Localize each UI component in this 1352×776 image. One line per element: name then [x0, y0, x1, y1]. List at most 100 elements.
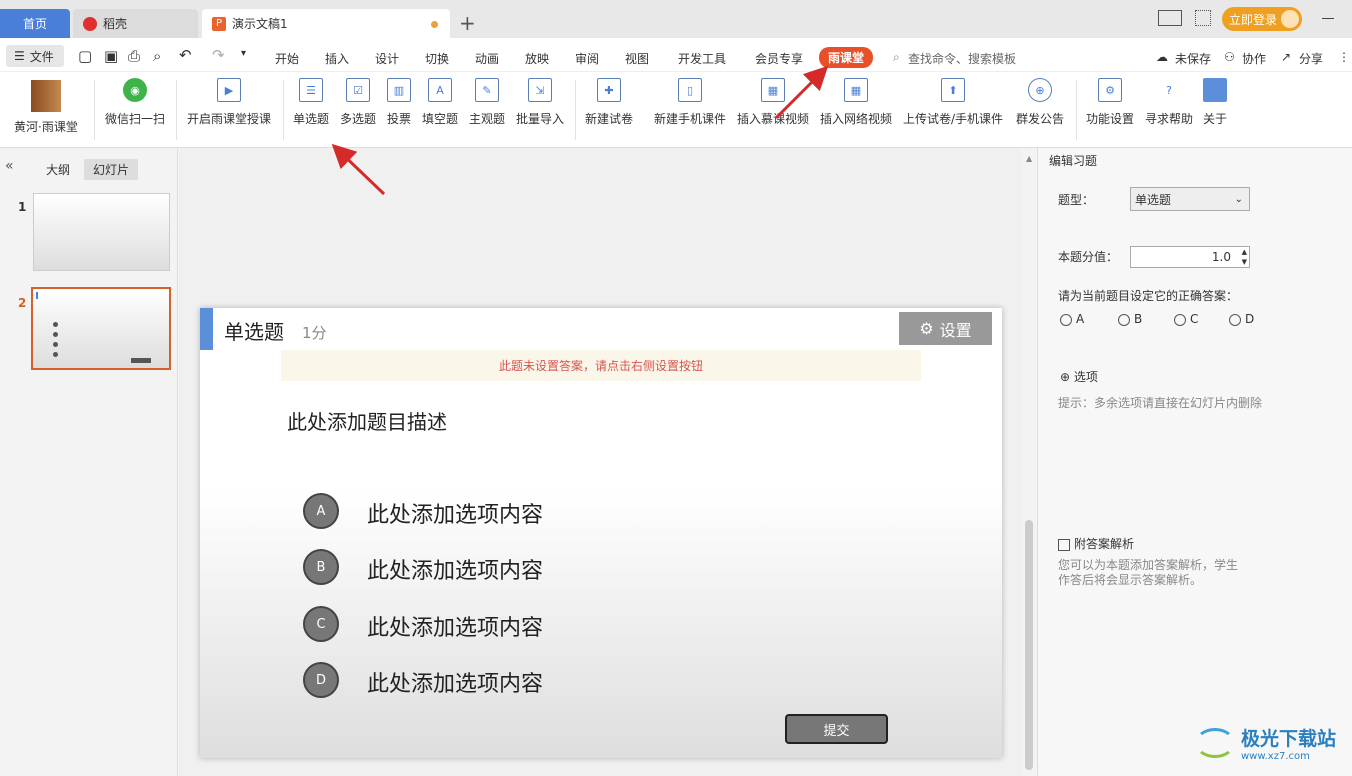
insert-web-video-button[interactable]: ▦ 插入网络视频	[820, 78, 892, 127]
single-choice-icon: ☰	[299, 78, 323, 102]
menu-member[interactable]: 会员专享	[755, 50, 803, 67]
settings-icon: ⚙	[1098, 78, 1122, 102]
option-d-text[interactable]: 此处添加选项内容	[367, 666, 543, 698]
new-exam-button[interactable]: ✚ 新建试卷	[585, 78, 633, 127]
multi-choice-icon: ☑	[346, 78, 370, 102]
radio-circle-icon	[1118, 313, 1130, 326]
about-logo-icon	[1203, 78, 1227, 102]
score-stepper-icon[interactable]: ▲ ▼	[1242, 247, 1247, 267]
command-search-input[interactable]: 查找命令、搜索模板	[908, 50, 1016, 67]
slide-thumbnail-2[interactable]	[31, 287, 171, 370]
announcement-button[interactable]: ⊕ 群发公告	[1016, 78, 1064, 127]
answer-radio-b[interactable]: B	[1118, 312, 1142, 326]
menu-view[interactable]: 视图	[625, 50, 649, 67]
avatar	[1281, 10, 1300, 28]
answer-warning-banner: 此题未设置答案，请点击右侧设置按钮	[281, 350, 921, 381]
vote-button[interactable]: ▥ 投票	[387, 78, 411, 127]
insert-mooc-video-button[interactable]: ▦ 插入慕课视频	[737, 78, 809, 127]
print-icon[interactable]: ⎙	[128, 47, 140, 65]
about-button[interactable]: 关于	[1203, 78, 1227, 127]
file-menu-button[interactable]: ☰ 文件	[6, 45, 64, 67]
redo-icon[interactable]: ↷	[212, 46, 225, 64]
submit-button[interactable]: 提交	[785, 714, 888, 744]
slide-number-1: 1	[18, 200, 27, 214]
score-value: 1.0	[1211, 250, 1231, 264]
export-pdf-icon[interactable]: ▣	[104, 47, 118, 65]
menu-yuketang[interactable]: 雨课堂	[819, 47, 874, 68]
menu-review[interactable]: 审阅	[575, 50, 599, 67]
search-icon: ⌕	[893, 50, 900, 64]
slide-panel: « 大纲 幻灯片 1 2	[0, 148, 178, 776]
question-type-select[interactable]: 单选题 ⌄	[1130, 187, 1250, 211]
wechat-scan-button[interactable]: ◉ 微信扫一扫	[105, 78, 165, 127]
edit-question-panel: 编辑习题 题型： 单选题 ⌄ 本题分值： 1.0 ▲ ▼ 请为当前题目设定它的正确…	[1037, 148, 1352, 776]
upload-exam-button[interactable]: ⬆ 上传试卷/手机课件	[903, 78, 1003, 127]
new-tab-button[interactable]: +	[459, 12, 476, 34]
option-c-text[interactable]: 此处添加选项内容	[367, 610, 543, 642]
outline-tab[interactable]: 大纲	[46, 161, 70, 178]
vertical-scrollbar[interactable]: ▲	[1022, 148, 1037, 776]
new-mobile-courseware-button[interactable]: ▯ 新建手机课件	[654, 78, 726, 127]
answer-radio-d[interactable]: D	[1229, 312, 1254, 326]
unsaved-button[interactable]: 未保存	[1175, 50, 1211, 67]
multi-choice-button[interactable]: ☑ 多选题	[340, 78, 376, 127]
start-class-label: 开启雨课堂授课	[187, 112, 272, 126]
menu-animation[interactable]: 动画	[475, 50, 499, 67]
answer-radio-a[interactable]: A	[1060, 312, 1084, 326]
function-settings-button[interactable]: ⚙ 功能设置	[1086, 78, 1134, 127]
fill-blank-label: 填空题	[422, 112, 459, 126]
share-icon: ↗	[1281, 50, 1292, 64]
settings-button[interactable]: ⚙ 设置	[899, 312, 992, 345]
slide-thumbnail-1[interactable]	[33, 193, 170, 271]
menu-developer[interactable]: 开发工具	[678, 50, 726, 67]
question-description[interactable]: 此处添加题目描述	[287, 406, 447, 435]
collab-button[interactable]: 协作	[1242, 50, 1266, 67]
undo-icon[interactable]: ↶	[179, 46, 192, 64]
single-choice-button[interactable]: ☰ 单选题	[293, 78, 329, 127]
menu-start[interactable]: 开始	[275, 50, 299, 67]
share-button[interactable]: 分享	[1299, 50, 1323, 67]
question-type-title: 单选题	[224, 320, 284, 344]
tab-document[interactable]: P 演示文稿1	[202, 9, 450, 38]
batch-import-button[interactable]: ⇲ 批量导入	[516, 78, 564, 127]
menu-transition[interactable]: 切换	[425, 50, 449, 67]
subjective-button[interactable]: ✎ 主观题	[469, 78, 505, 127]
question-slide[interactable]: 单选题 1分 ⚙ 设置 此题未设置答案，请点击右侧设置按钮 此处添加题目描述 A …	[200, 308, 1002, 758]
tab-home[interactable]: 首页	[0, 9, 70, 38]
start-class-button[interactable]: ▶ 开启雨课堂授课	[187, 78, 271, 127]
fill-blank-button[interactable]: A 填空题	[422, 78, 458, 127]
print-preview-icon[interactable]: ⌕	[153, 47, 161, 65]
scroll-up-icon[interactable]: ▲	[1026, 154, 1032, 163]
collapse-panel-icon[interactable]: «	[5, 158, 14, 174]
answer-radio-c[interactable]: C	[1174, 312, 1198, 326]
help-button[interactable]: ? 寻求帮助	[1145, 78, 1193, 127]
option-b-text[interactable]: 此处添加选项内容	[367, 553, 543, 585]
save-icon[interactable]: ▢	[78, 47, 92, 65]
scrollbar-thumb[interactable]	[1025, 520, 1033, 770]
tab-daoke-label: 稻壳	[103, 17, 128, 31]
single-choice-label: 单选题	[293, 112, 330, 126]
slides-tab[interactable]: 幻灯片	[84, 159, 139, 180]
answer-label: 请为当前题目设定它的正确答案：	[1058, 289, 1239, 303]
option-a-text[interactable]: 此处添加选项内容	[367, 497, 543, 529]
daoke-icon	[83, 16, 97, 31]
menu-design[interactable]: 设计	[375, 50, 399, 67]
unsaved-dot-icon	[431, 21, 438, 28]
menu-insert[interactable]: 插入	[325, 50, 349, 67]
more-icon[interactable]: ⋮	[1338, 50, 1350, 64]
tab-daoke[interactable]: 稻壳	[73, 9, 198, 38]
minimize-icon[interactable]	[1322, 18, 1334, 19]
score-input[interactable]: 1.0 ▲ ▼	[1130, 246, 1250, 268]
window-layout-icon[interactable]	[1158, 10, 1182, 26]
customize-chevron-icon[interactable]: ▾	[241, 48, 246, 59]
login-button[interactable]: 立即登录	[1222, 7, 1302, 31]
analysis-checkbox[interactable]: 附答案解析	[1058, 535, 1134, 552]
wechat-icon: ◉	[123, 78, 147, 102]
huanghe-yuketang-button[interactable]: 黄河·雨课堂	[14, 80, 78, 135]
insert-web-video-label: 插入网络视频	[820, 112, 893, 126]
grid-apps-icon[interactable]	[1195, 10, 1211, 26]
menu-slideshow[interactable]: 放映	[525, 50, 549, 67]
add-option-button[interactable]: ⊕ 选项	[1060, 368, 1098, 385]
presentation-icon: ▶	[217, 78, 241, 102]
watermark: 极光下载站 www.xz7.com	[1195, 724, 1336, 762]
